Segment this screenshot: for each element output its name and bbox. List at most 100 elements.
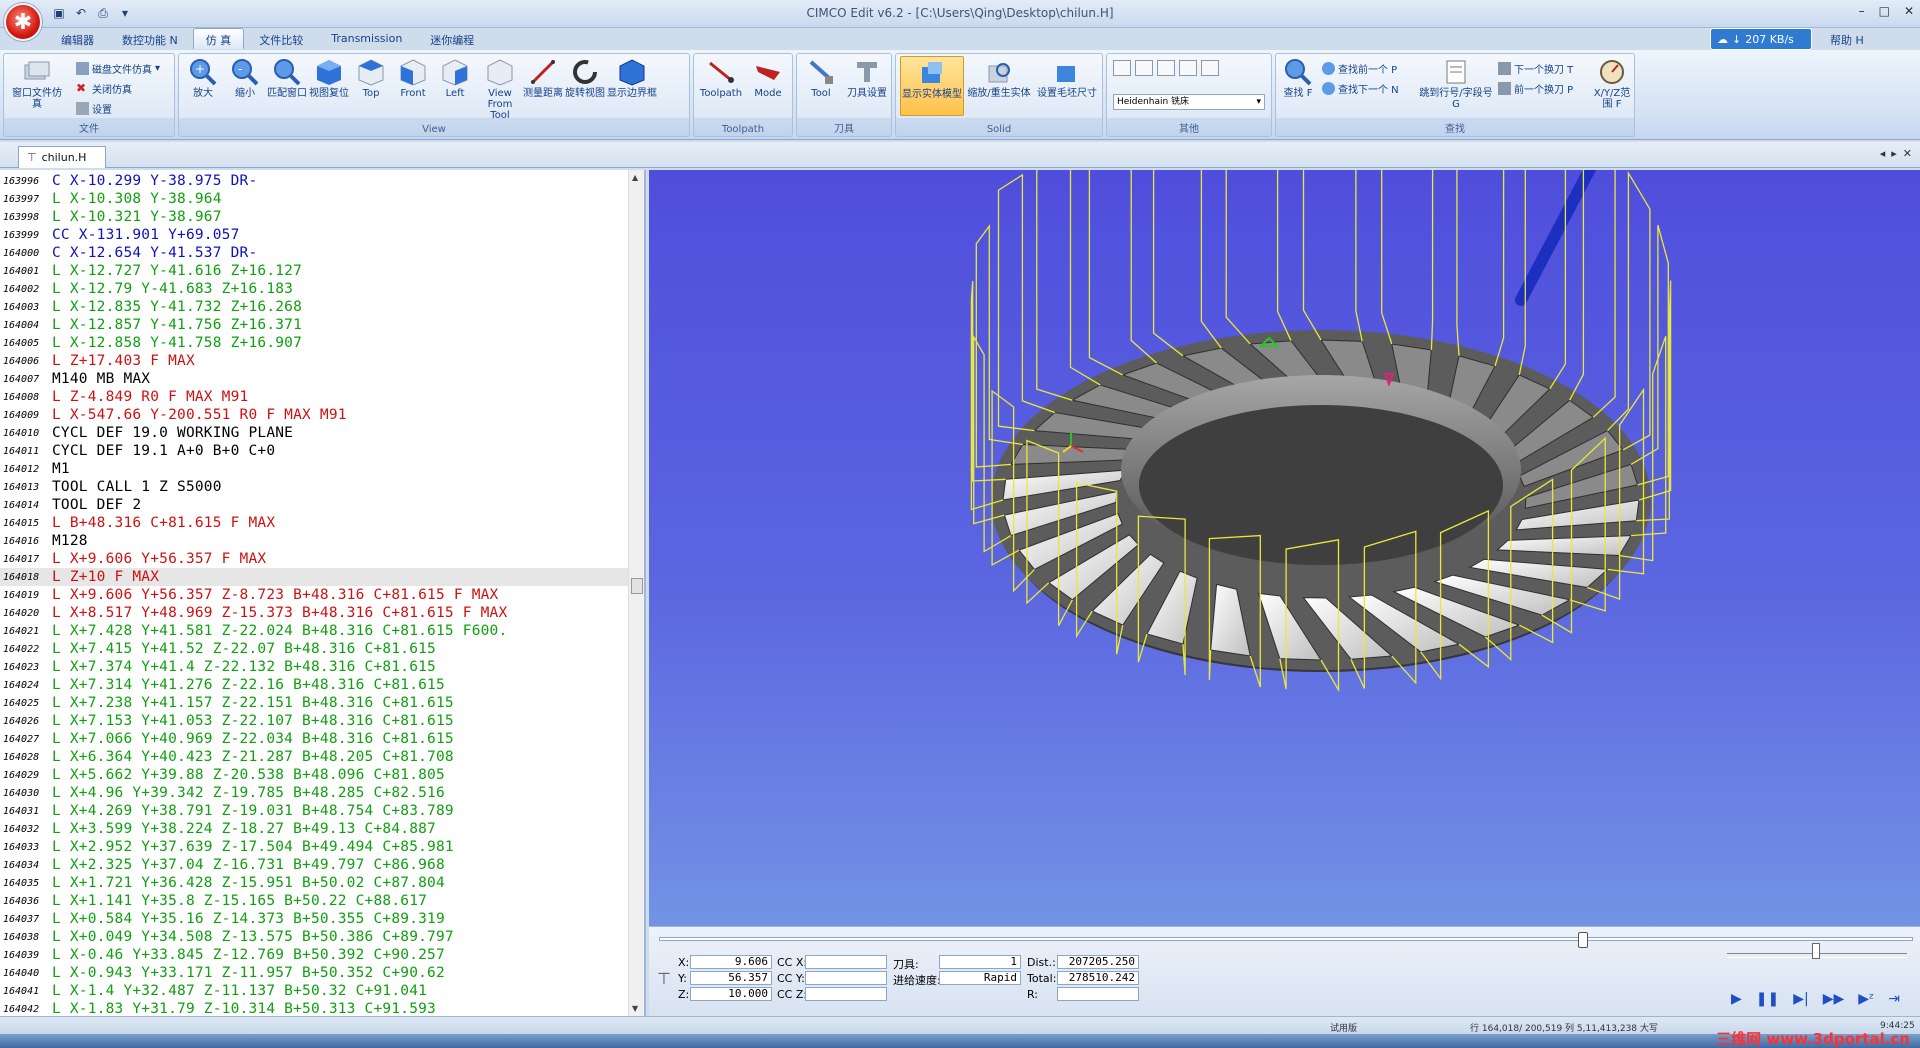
window-file-sim-button[interactable]: 窗口文件仿真 [8, 56, 66, 116]
code-line[interactable]: 164021 L X+7.428 Y+41.581 Z-22.024 B+48.3… [0, 622, 630, 640]
code-line[interactable]: 164032 L X+3.599 Y+38.224 Z-18.27 B+49.13… [0, 820, 630, 838]
tool-settings-button[interactable]: 刀具设置 [845, 56, 889, 116]
scroll-up-icon[interactable]: ▲ [632, 173, 638, 182]
code-line[interactable]: 164003 L X-12.835 Y-41.732 Z+16.268 [0, 298, 630, 316]
code-line[interactable]: 163998 L X-10.321 Y-38.967 [0, 208, 630, 226]
step-z-icon[interactable]: ▶ᶻ [1858, 991, 1874, 1007]
close-doc-icon[interactable]: ✕ [1903, 147, 1912, 160]
next-tool-change-button[interactable]: 下一个换刀 T [1498, 60, 1573, 76]
scroll-down-icon[interactable]: ▼ [632, 1004, 638, 1013]
view-top-button[interactable]: Top [351, 56, 391, 116]
chart-icon[interactable] [1179, 60, 1197, 76]
code-line[interactable]: 164008 L Z-4.849 R0 F MAX M91 [0, 388, 630, 406]
code-line[interactable]: 164023 L X+7.374 Y+41.4 Z-22.132 B+48.316… [0, 658, 630, 676]
application-menu-button[interactable]: ✱ [4, 3, 42, 41]
view-front-button[interactable]: Front [393, 56, 433, 116]
tab-left-icon[interactable]: ◂ [1880, 147, 1886, 160]
code-line[interactable]: 164022 L X+7.415 Y+41.52 Z-22.07 B+48.316… [0, 640, 630, 658]
view-left-button[interactable]: Left [435, 56, 475, 116]
tool-button[interactable]: Tool [799, 56, 843, 116]
close-sim-button[interactable]: ✖ 关闭仿真 [76, 80, 132, 96]
code-line[interactable]: 164025 L X+7.238 Y+41.157 Z-22.151 B+48.3… [0, 694, 630, 712]
code-line[interactable]: 164004 L X-12.857 Y-41.756 Z+16.371 [0, 316, 630, 334]
code-line[interactable]: 164040 L X-0.943 Y+33.171 Z-11.957 B+50.3… [0, 964, 630, 982]
xyz-range-button[interactable]: X/Y/Z范围 F [1590, 56, 1634, 116]
zoom-in-button[interactable]: + 放大 [183, 56, 223, 116]
end-icon[interactable]: ⇥ [1888, 991, 1900, 1007]
mode-button[interactable]: Mode [746, 56, 790, 116]
play-icon[interactable]: ▶ [1731, 991, 1742, 1007]
code-line[interactable]: 163999 CC X-131.901 Y+69.057 [0, 226, 630, 244]
close-button[interactable]: ✕ [1904, 4, 1914, 18]
document-tab[interactable]: ⊤ chilun.H [18, 146, 106, 168]
simulation-viewport[interactable] [649, 170, 1920, 926]
code-line[interactable]: 164042 L X-1.83 Y+31.79 Z-10.314 B+50.313… [0, 1000, 630, 1016]
code-line[interactable]: 164041 L X-1.4 Y+32.487 Z-11.137 B+50.32 … [0, 982, 630, 1000]
zoom-regen-solid-button[interactable]: 缩放/重生实体 [966, 56, 1032, 116]
show-solid-model-button[interactable]: 显示实体模型 [900, 56, 964, 116]
code-line[interactable]: 164039 L X-0.46 Y+33.845 Z-12.769 B+50.39… [0, 946, 630, 964]
maximize-button[interactable]: □ [1879, 4, 1890, 18]
step-icon[interactable]: ▶| [1793, 991, 1808, 1007]
simulation-timeline[interactable] [659, 932, 1913, 948]
code-line[interactable]: 164011 CYCL DEF 19.1 A+0 B+0 C+0 [0, 442, 630, 460]
code-line[interactable]: 164019 L X+9.606 Y+56.357 Z-8.723 B+48.31… [0, 586, 630, 604]
layout-icon[interactable] [1157, 60, 1175, 76]
code-line[interactable]: 164012 M1 [0, 460, 630, 478]
code-line[interactable]: 164034 L X+2.325 Y+37.04 Z-16.731 B+49.79… [0, 856, 630, 874]
export-icon[interactable] [1201, 60, 1219, 76]
tab-nc-functions[interactable]: 数控功能 N [109, 28, 191, 49]
pause-icon[interactable]: ❚❚ [1756, 991, 1779, 1007]
code-line[interactable]: 163996 C X-10.299 Y-38.975 DR- [0, 172, 630, 190]
tab-right-icon[interactable]: ▸ [1891, 147, 1897, 160]
sim-speed-thumb[interactable] [1812, 943, 1820, 959]
toolpath-button[interactable]: Toolpath [698, 56, 744, 116]
code-line[interactable]: 164018 L Z+10 F MAX [0, 568, 630, 586]
code-line[interactable]: 164017 L X+9.606 Y+56.357 F MAX [0, 550, 630, 568]
code-line[interactable]: 164006 L Z+17.403 F MAX [0, 352, 630, 370]
code-line[interactable]: 164033 L X+2.952 Y+37.639 Z-17.504 B+49.4… [0, 838, 630, 856]
code-line[interactable]: 164037 L X+0.584 Y+35.16 Z-14.373 B+50.35… [0, 910, 630, 928]
prev-tool-change-button[interactable]: 前一个换刀 P [1498, 80, 1573, 96]
code-line[interactable]: 164009 L X-547.66 Y-200.551 R0 F MAX M91 [0, 406, 630, 424]
code-line[interactable]: 164038 L X+0.049 Y+34.508 Z-13.575 B+50.3… [0, 928, 630, 946]
code-line[interactable]: 164014 TOOL DEF 2 [0, 496, 630, 514]
code-line[interactable]: 164026 L X+7.153 Y+41.053 Z-22.107 B+48.3… [0, 712, 630, 730]
find-next-button[interactable]: 查找下一个 N [1322, 80, 1399, 96]
code-line[interactable]: 164001 L X-12.727 Y-41.616 Z+16.127 [0, 262, 630, 280]
goto-line-button[interactable]: 跳到行号/字段号 G [1416, 56, 1496, 116]
step-forward-icon[interactable]: ▶▶ [1823, 991, 1845, 1007]
code-line[interactable]: 164010 CYCL DEF 19.0 WORKING PLANE [0, 424, 630, 442]
code-line[interactable]: 164030 L X+4.96 Y+39.342 Z-19.785 B+48.28… [0, 784, 630, 802]
code-line[interactable]: 164031 L X+4.269 Y+38.791 Z-19.031 B+48.7… [0, 802, 630, 820]
code-line[interactable]: 164035 L X+1.721 Y+36.428 Z-15.951 B+50.0… [0, 874, 630, 892]
view-reset-button[interactable]: 视图复位 [309, 56, 349, 116]
grid-icon[interactable] [1113, 60, 1131, 76]
code-line[interactable]: 164028 L X+6.364 Y+40.423 Z-21.287 B+48.2… [0, 748, 630, 766]
vertical-scrollbar[interactable]: ▲ ▼ [628, 170, 644, 1016]
code-editor[interactable]: 163996 C X-10.299 Y-38.975 DR- 163997 L X-1… [0, 170, 646, 1016]
code-line[interactable]: 164027 L X+7.066 Y+40.969 Z-22.034 B+48.3… [0, 730, 630, 748]
tab-file-compare[interactable]: 文件比较 [246, 28, 316, 49]
code-line[interactable]: 163997 L X-10.308 Y-38.964 [0, 190, 630, 208]
timeline-thumb[interactable] [1577, 932, 1588, 948]
tab-editor[interactable]: 编辑器 [48, 28, 107, 49]
rotate-view-button[interactable]: 旋转视图 [565, 56, 605, 116]
code-line[interactable]: 164007 M140 MB MAX [0, 370, 630, 388]
disk-file-sim-button[interactable]: 磁盘文件仿真 ▾ [76, 60, 160, 76]
help-menu[interactable]: 帮助 H [1830, 32, 1864, 48]
view-from-tool-button[interactable]: View From Tool [477, 56, 523, 121]
zoom-out-button[interactable]: - 缩小 [225, 56, 265, 116]
tab-transmission[interactable]: Transmission [318, 28, 415, 49]
scrollbar-thumb[interactable] [631, 578, 643, 594]
code-line[interactable]: 164029 L X+5.662 Y+39.88 Z-20.538 B+48.09… [0, 766, 630, 784]
code-line[interactable]: 164002 L X-12.79 Y-41.683 Z+16.183 [0, 280, 630, 298]
code-line[interactable]: 164036 L X+1.141 Y+35.8 Z-15.165 B+50.22 … [0, 892, 630, 910]
measure-distance-button[interactable]: 测量距离 [523, 56, 563, 116]
code-line[interactable]: 164015 L B+48.316 C+81.615 F MAX [0, 514, 630, 532]
code-line[interactable]: 164013 TOOL CALL 1 Z S5000 [0, 478, 630, 496]
code-line[interactable]: 164024 L X+7.314 Y+41.276 Z-22.16 B+48.31… [0, 676, 630, 694]
stock-size-button[interactable]: 设置毛坯尺寸 [1034, 56, 1100, 116]
tab-mini-programming[interactable]: 迷你编程 [417, 28, 487, 49]
code-line[interactable]: 164016 M128 [0, 532, 630, 550]
